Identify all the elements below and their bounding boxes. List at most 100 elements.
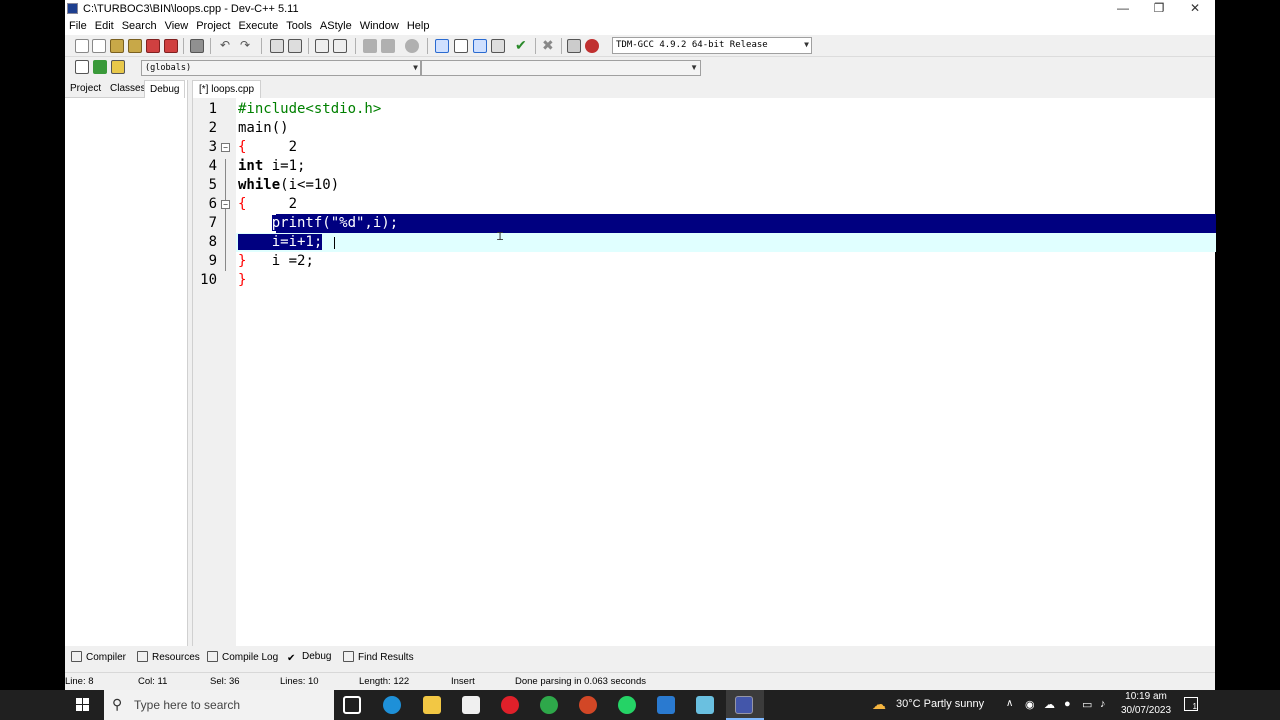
editor-tab-loops[interactable]: [*] loops.cpp [192, 80, 262, 98]
bookmark-next-icon[interactable] [381, 39, 395, 53]
menu-astyle[interactable]: AStyle [316, 18, 356, 32]
scope-select[interactable]: (globals) ▼ [141, 60, 421, 76]
code-rest: 2 [246, 196, 298, 212]
selection-highlight [276, 214, 1216, 233]
minimize-button[interactable]: — [1105, 0, 1141, 18]
debug-icon[interactable] [585, 39, 599, 53]
redo-icon[interactable]: ↷ [240, 39, 254, 53]
open-file-icon[interactable] [92, 39, 106, 53]
whatsapp-icon[interactable] [618, 696, 636, 714]
edge-icon[interactable] [383, 696, 401, 714]
stop-icon[interactable]: ✖ [542, 38, 556, 53]
indent-icon[interactable] [315, 39, 329, 53]
print-icon[interactable] [190, 39, 204, 53]
line-number: 6 [208, 196, 217, 212]
text-caret [334, 237, 335, 249]
task-view-icon[interactable] [343, 696, 361, 714]
clock-time[interactable]: 10:19 am [1120, 691, 1172, 702]
opera-icon[interactable] [501, 696, 519, 714]
menu-tools[interactable]: Tools [282, 18, 316, 32]
code-line-7: 7 printf("%d",i); [193, 214, 1216, 233]
microphone-icon[interactable]: ● [1064, 698, 1071, 710]
profile-icon[interactable] [567, 39, 581, 53]
selected-code: printf("%d",i); [271, 215, 399, 231]
new-file-icon[interactable] [75, 39, 89, 53]
bookmark-prev-icon[interactable] [363, 39, 377, 53]
member-select[interactable]: ▼ [421, 60, 701, 76]
tab-debug-bottom[interactable]: ✔ Debug [287, 651, 331, 664]
rebuild-icon[interactable] [491, 39, 505, 53]
status-length: Length: 122 [359, 676, 410, 687]
tab-resources[interactable]: Resources [137, 651, 200, 663]
chevron-up-icon[interactable]: ∧ [1006, 698, 1013, 709]
mail-icon[interactable] [657, 696, 675, 714]
maximize-button[interactable]: ❐ [1141, 0, 1177, 18]
tray-icon[interactable]: ◉ [1025, 698, 1035, 711]
network-icon[interactable]: ☁ [1044, 698, 1055, 711]
menu-execute[interactable]: Execute [234, 18, 282, 32]
tab-compiler[interactable]: Compiler [71, 651, 126, 663]
line-number: 8 [208, 234, 217, 250]
clock-date[interactable]: 30/07/2023 [1118, 705, 1174, 716]
tab-debug[interactable]: Debug [144, 80, 186, 98]
notification-icon[interactable]: 1 [1184, 697, 1198, 711]
tab-compile-log[interactable]: Compile Log [207, 651, 278, 663]
menu-project[interactable]: Project [192, 18, 234, 32]
close-button[interactable]: ✕ [1177, 0, 1213, 18]
tab-label: Find Results [358, 652, 414, 663]
line-number: 9 [208, 253, 217, 269]
notepad-icon[interactable] [696, 696, 714, 714]
menu-search[interactable]: Search [118, 18, 161, 32]
save-all-icon[interactable] [128, 39, 142, 53]
compiler-value: TDM-GCC 4.9.2 64-bit Release [616, 40, 768, 50]
devcpp-window: C:\TURBOC3\BIN\loops.cpp - Dev-C++ 5.11 … [65, 0, 1216, 690]
tab-find-results[interactable]: Find Results [343, 651, 414, 663]
menu-view[interactable]: View [161, 18, 193, 32]
close-all-icon[interactable] [164, 39, 178, 53]
compiler-select[interactable]: TDM-GCC 4.9.2 64-bit Release ▼ [612, 37, 812, 54]
taskbar-search[interactable]: ⚲ Type here to search [104, 690, 334, 720]
selected-code: i=i+1; [238, 234, 323, 250]
replace-icon[interactable] [288, 39, 302, 53]
volume-icon[interactable]: ♪ [1100, 698, 1106, 710]
close-file-icon[interactable] [146, 39, 160, 53]
goto-line-icon[interactable] [405, 39, 419, 53]
window-title: C:\TURBOC3\BIN\loops.cpp - Dev-C++ 5.11 [83, 3, 299, 15]
left-panel [65, 80, 188, 646]
run-icon[interactable] [454, 39, 468, 53]
keyword: int [238, 158, 264, 174]
menu-file[interactable]: File [65, 18, 91, 32]
fold-collapse-icon[interactable]: − [221, 143, 230, 152]
code-line-9: 9 } i =2; [193, 252, 1216, 271]
fold-collapse-icon[interactable]: − [221, 200, 230, 209]
store-icon[interactable] [462, 696, 480, 714]
menu-edit[interactable]: Edit [91, 18, 118, 32]
toggle-bookmark-icon[interactable] [93, 60, 107, 74]
insert-icon[interactable] [75, 60, 89, 74]
wifi-icon[interactable]: ▭ [1082, 698, 1092, 711]
code-line-5: 5 while(i<=10) [193, 176, 1216, 195]
save-icon[interactable] [110, 39, 124, 53]
code-line-3: 3 − { 2 [193, 138, 1216, 157]
windows-start-icon[interactable] [76, 698, 90, 712]
find-icon[interactable] [270, 39, 284, 53]
compile-run-icon[interactable] [473, 39, 487, 53]
file-explorer-icon[interactable] [423, 696, 441, 714]
compile-icon[interactable] [435, 39, 449, 53]
undo-icon[interactable]: ↶ [220, 39, 234, 53]
taskbar: ⚲ Type here to search ☁ 30°C Partly sunn… [0, 690, 1280, 720]
tab-project[interactable]: Project [65, 80, 107, 98]
menu-help[interactable]: Help [403, 18, 434, 32]
check-syntax-icon[interactable]: ✔ [515, 38, 529, 53]
menu-window[interactable]: Window [356, 18, 403, 32]
chrome-icon[interactable] [540, 696, 558, 714]
goto-bookmark-icon[interactable] [111, 60, 125, 74]
code-line-4: 4 int i=1; [193, 157, 1216, 176]
unindent-icon[interactable] [333, 39, 347, 53]
powerpoint-icon[interactable] [579, 696, 597, 714]
weather-text[interactable]: 30°C Partly sunny [896, 698, 984, 710]
line-number: 4 [208, 158, 217, 174]
code-editor[interactable]: 1 #include<stdio.h> 2 main() 3 − { 2 4 i… [192, 98, 1216, 646]
keyword: while [238, 177, 281, 193]
